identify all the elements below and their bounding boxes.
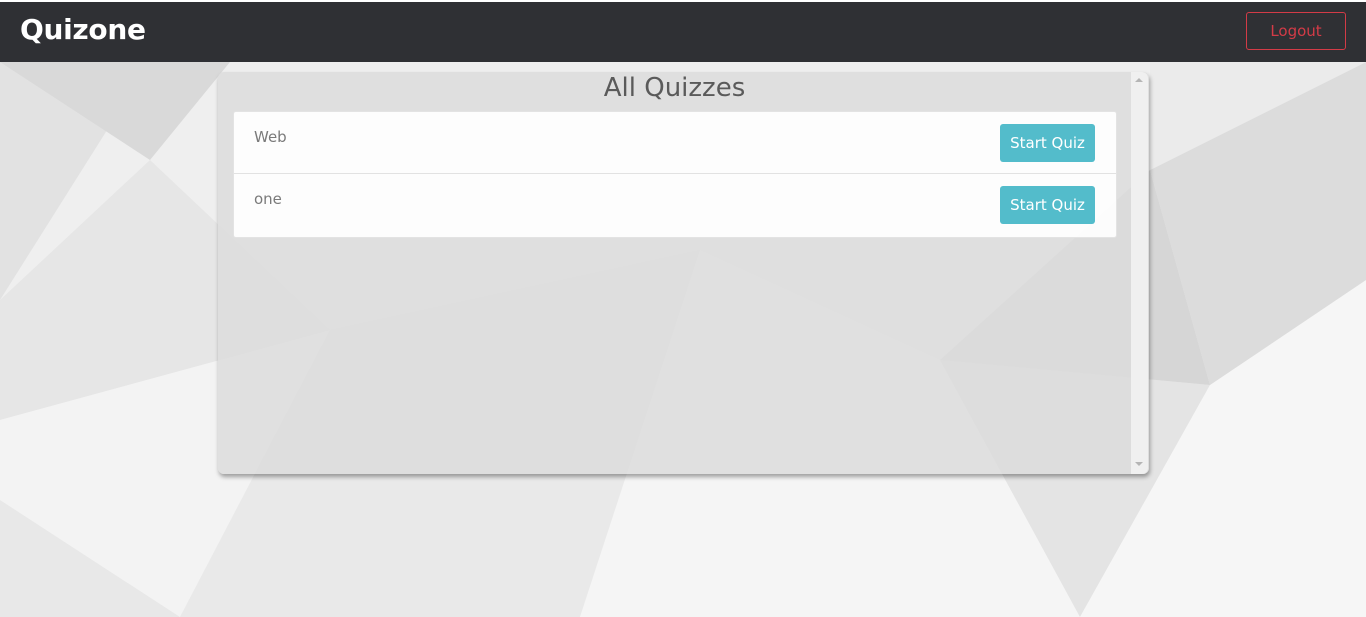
quizzes-panel: All Quizzes Web Start Quiz one Start Qui… [218, 72, 1149, 474]
panel-scrollbar[interactable] [1131, 72, 1148, 474]
list-item: Web Start Quiz [234, 112, 1116, 174]
scroll-down-arrow-icon[interactable] [1135, 462, 1143, 466]
quiz-name: one [254, 190, 282, 208]
quiz-list: Web Start Quiz one Start Quiz [233, 111, 1117, 238]
list-item: one Start Quiz [234, 174, 1116, 237]
scroll-up-arrow-icon[interactable] [1135, 78, 1143, 82]
start-quiz-button[interactable]: Start Quiz [1000, 124, 1095, 162]
brand-logo[interactable]: Quizone [20, 13, 146, 46]
panel-title: All Quizzes [603, 73, 746, 103]
top-navbar: Quizone Logout [0, 0, 1366, 62]
start-quiz-button[interactable]: Start Quiz [1000, 186, 1095, 224]
logout-button[interactable]: Logout [1246, 12, 1346, 50]
quiz-name: Web [254, 128, 287, 146]
